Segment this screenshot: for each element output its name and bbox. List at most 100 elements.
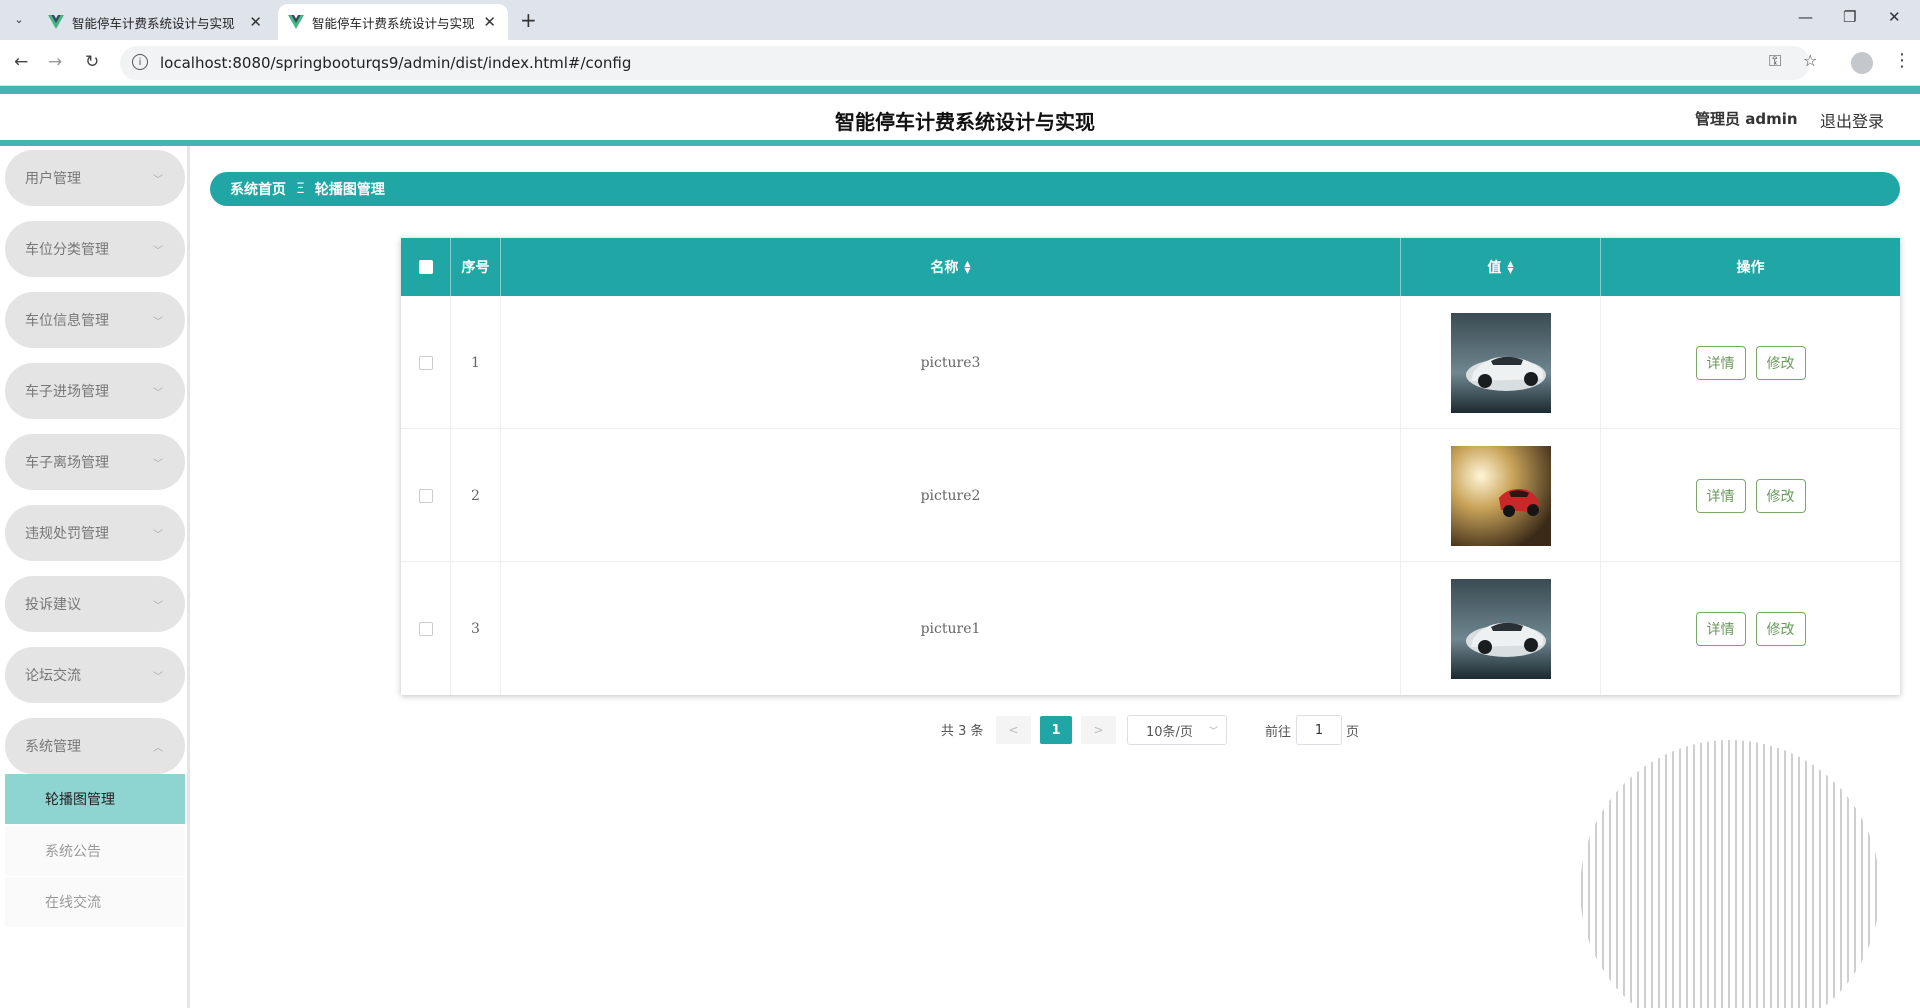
key-icon[interactable]: ⚿ bbox=[1769, 51, 1781, 71]
vue-logo-icon bbox=[48, 15, 64, 29]
sidebar-item-car-exit[interactable]: 车子离场管理 ﹀ bbox=[5, 434, 185, 490]
edit-button[interactable]: 修改 bbox=[1755, 345, 1806, 380]
row-checkbox[interactable] bbox=[418, 621, 433, 636]
sidebar-item-space-category[interactable]: 车位分类管理 ﹀ bbox=[5, 221, 185, 277]
minimize-icon[interactable]: — bbox=[1798, 8, 1813, 26]
pagination-total: 共 3 条 bbox=[941, 724, 984, 739]
reload-icon[interactable]: ↻ bbox=[85, 52, 99, 72]
sidebar-item-label: 车位分类管理 bbox=[25, 242, 109, 258]
sidebar-subitem-online-chat[interactable]: 在线交流 bbox=[5, 877, 185, 927]
row-value-cell bbox=[1401, 562, 1601, 695]
url-text: localhost:8080/springbooturqs9/admin/dis… bbox=[160, 54, 632, 72]
chevron-down-icon: ﹀ bbox=[153, 174, 163, 186]
site-info-icon[interactable]: i bbox=[132, 54, 148, 70]
sidebar-item-space-info[interactable]: 车位信息管理 ﹀ bbox=[5, 292, 185, 348]
row-actions: 详情 修改 bbox=[1601, 429, 1900, 562]
app-header: 智能停车计费系统设计与实现 管理员 admin 退出登录 bbox=[0, 94, 1920, 140]
sidebar-item-label: 车子离场管理 bbox=[25, 455, 109, 471]
edit-button[interactable]: 修改 bbox=[1755, 478, 1806, 513]
edit-button[interactable]: 修改 bbox=[1755, 611, 1806, 646]
profile-avatar[interactable] bbox=[1851, 52, 1873, 74]
column-header-name[interactable]: 名称 ▲ ▼ bbox=[501, 238, 1401, 296]
chevron-down-icon: ﹀ bbox=[153, 387, 163, 399]
sidebar-item-label: 违规处罚管理 bbox=[25, 526, 109, 542]
sidebar-item-system[interactable]: 系统管理 ︿ bbox=[5, 718, 185, 774]
breadcrumb-home[interactable]: 系统首页 bbox=[230, 179, 286, 199]
row-checkbox[interactable] bbox=[418, 355, 433, 370]
row-select-cell bbox=[401, 429, 451, 562]
row-name: picture3 bbox=[501, 296, 1401, 429]
tab-search-icon[interactable]: ⌄ bbox=[8, 8, 30, 30]
row-index: 2 bbox=[451, 429, 501, 562]
sort-icon[interactable]: ▲ ▼ bbox=[1507, 260, 1513, 275]
row-select-cell bbox=[401, 296, 451, 429]
chevron-down-icon: ﹀ bbox=[153, 458, 163, 470]
sort-icon[interactable]: ▲ ▼ bbox=[964, 260, 970, 275]
white-sports-car-image[interactable] bbox=[1450, 578, 1551, 679]
detail-button[interactable]: 详情 bbox=[1695, 611, 1746, 646]
decorative-stripes bbox=[1581, 740, 1877, 1008]
chevron-down-icon: ﹀ bbox=[1208, 726, 1218, 737]
row-name: picture1 bbox=[501, 562, 1401, 695]
sidebar-subitem-carousel[interactable]: 轮播图管理 bbox=[5, 774, 185, 824]
sidebar-item-complaints[interactable]: 投诉建议 ﹀ bbox=[5, 576, 185, 632]
tab-title: 智能停车计费系统设计与实现 bbox=[72, 15, 235, 31]
page-size-value: 10条/页 bbox=[1146, 724, 1193, 740]
table-row: 2 picture2 详情 修改 bbox=[401, 429, 1900, 562]
column-header-name-label: 名称 bbox=[930, 260, 959, 276]
column-header-actions: 操作 bbox=[1736, 260, 1765, 276]
forward-icon[interactable]: → bbox=[48, 52, 62, 72]
row-value-cell bbox=[1401, 429, 1601, 562]
column-header-index: 序号 bbox=[451, 238, 501, 296]
sidebar-item-forum[interactable]: 论坛交流 ﹀ bbox=[5, 647, 185, 703]
chevron-down-icon: ﹀ bbox=[153, 600, 163, 612]
address-bar-row: ← → ↻ i localhost:8080/springbooturqs9/a… bbox=[0, 40, 1920, 86]
goto-suffix: 页 bbox=[1346, 725, 1360, 740]
select-all-cell bbox=[401, 238, 451, 296]
white-sports-car-image[interactable] bbox=[1450, 312, 1551, 413]
sidebar: 用户管理 ﹀ 车位分类管理 ﹀ 车位信息管理 ﹀ 车子进场管理 ﹀ 车子离场管理 ﹀ 违规… bbox=[0, 146, 190, 1008]
row-actions: 详情 修改 bbox=[1601, 296, 1900, 429]
browser-menu-icon[interactable]: ⋮ bbox=[1893, 50, 1911, 71]
detail-button[interactable]: 详情 bbox=[1695, 478, 1746, 513]
restore-icon[interactable]: ❐ bbox=[1843, 8, 1856, 26]
sidebar-item-car-entry[interactable]: 车子进场管理 ﹀ bbox=[5, 363, 185, 419]
close-tab-icon[interactable]: ✕ bbox=[483, 13, 496, 31]
back-icon[interactable]: ← bbox=[14, 52, 28, 72]
sidebar-item-label: 车子进场管理 bbox=[25, 384, 109, 400]
close-tab-icon[interactable]: ✕ bbox=[249, 13, 262, 31]
chevron-down-icon: ﹀ bbox=[153, 245, 163, 257]
row-actions: 详情 修改 bbox=[1601, 562, 1900, 695]
current-user: 管理员 admin bbox=[1695, 110, 1798, 128]
sidebar-item-violation[interactable]: 违规处罚管理 ﹀ bbox=[5, 505, 185, 561]
logout-button[interactable]: 退出登录 bbox=[1820, 108, 1884, 132]
tab-title: 智能停车计费系统设计与实现 bbox=[312, 15, 475, 31]
prev-page-button[interactable]: < bbox=[996, 716, 1031, 744]
carousel-table: 序号 名称 ▲ ▼ 值 ▲ ▼ 操作 1 picture3 详情 修改 2 pictur… bbox=[401, 238, 1900, 695]
next-page-button[interactable]: > bbox=[1081, 716, 1116, 744]
new-tab-icon[interactable]: + bbox=[520, 8, 537, 32]
close-window-icon[interactable]: ✕ bbox=[1888, 8, 1901, 26]
select-all-checkbox[interactable] bbox=[418, 260, 433, 274]
column-header-value-label: 值 bbox=[1487, 260, 1502, 276]
sidebar-item-label: 论坛交流 bbox=[25, 668, 81, 684]
row-checkbox[interactable] bbox=[418, 488, 433, 503]
bookmark-star-icon[interactable]: ☆ bbox=[1803, 51, 1817, 70]
chevron-down-icon: ﹀ bbox=[153, 671, 163, 683]
row-index: 1 bbox=[451, 296, 501, 429]
page-size-select[interactable]: 10条/页 ﹀ bbox=[1127, 715, 1227, 745]
sidebar-item-user-management[interactable]: 用户管理 ﹀ bbox=[5, 150, 185, 206]
vue-logo-icon bbox=[288, 15, 304, 29]
page-number-current[interactable]: 1 bbox=[1040, 716, 1072, 744]
column-header-value[interactable]: 值 ▲ ▼ bbox=[1401, 238, 1601, 296]
browser-tab-1[interactable]: 智能停车计费系统设计与实现 ✕ bbox=[38, 4, 274, 40]
header-stripe-bottom bbox=[0, 140, 1920, 146]
browser-tab-2[interactable]: 智能停车计费系统设计与实现 ✕ bbox=[278, 4, 508, 40]
goto-prefix: 前往 bbox=[1265, 725, 1292, 740]
detail-button[interactable]: 详情 bbox=[1695, 345, 1746, 380]
page-title: 智能停车计费系统设计与实现 bbox=[835, 110, 1095, 134]
url-input[interactable]: i localhost:8080/springbooturqs9/admin/d… bbox=[120, 46, 1810, 80]
goto-page-input[interactable]: 1 bbox=[1296, 715, 1342, 745]
red-sports-car-image[interactable] bbox=[1450, 445, 1551, 546]
sidebar-subitem-announcement[interactable]: 系统公告 bbox=[5, 826, 185, 876]
